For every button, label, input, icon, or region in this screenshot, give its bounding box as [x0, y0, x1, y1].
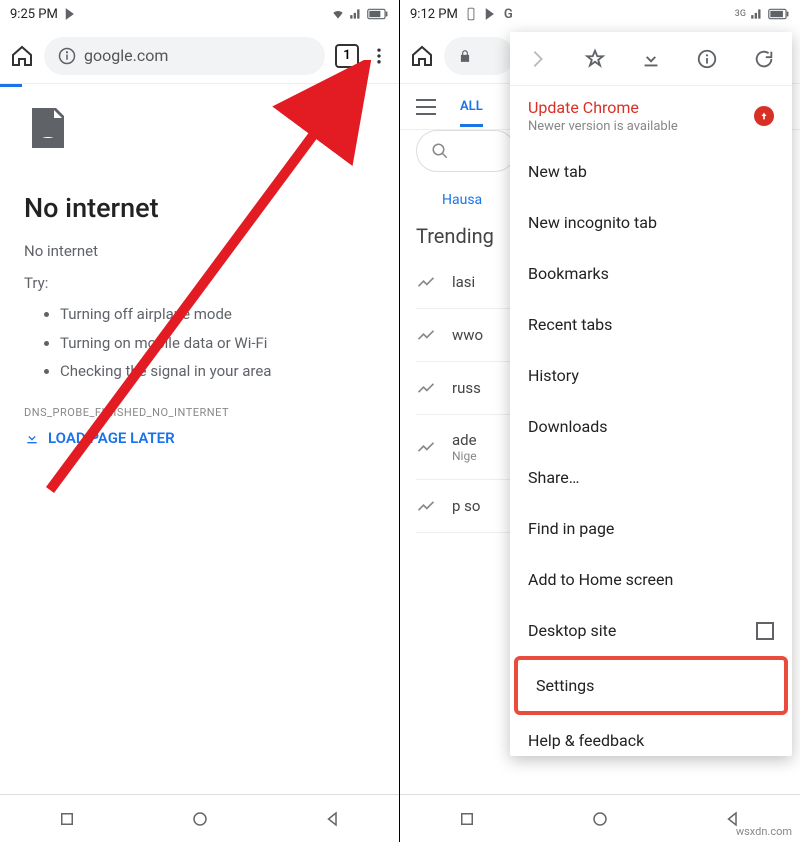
trend-icon [416, 325, 436, 345]
watermark: wsxdn.com [736, 825, 792, 838]
update-badge-icon [754, 106, 774, 126]
home-icon[interactable] [410, 44, 434, 68]
menu-top-row [510, 32, 792, 86]
reload-icon[interactable] [753, 48, 775, 70]
menu-desktop-site[interactable]: Desktop site [510, 605, 792, 656]
menu-update[interactable]: Update Chrome Newer version is available [510, 86, 792, 146]
settings-highlight: Settings [514, 656, 788, 715]
url-text: google.com [84, 46, 168, 65]
error-subheading: No internet [24, 242, 375, 260]
tabs-button[interactable]: 1 [335, 44, 359, 68]
nav-home-icon[interactable] [591, 810, 609, 828]
battery-icon [367, 7, 389, 21]
phone-right: 9:12 PM G 3G ALL Hausa Trending lasi wwo… [400, 0, 800, 842]
phone-left: 9:25 PM google.com 1 No internet No inte… [0, 0, 400, 842]
search-box[interactable] [416, 130, 516, 172]
error-page: No internet No internet Try: Turning off… [0, 84, 399, 467]
search-icon [431, 142, 449, 160]
download-icon [24, 430, 40, 446]
nav-recent-icon[interactable] [58, 810, 76, 828]
nav-recent-icon[interactable] [458, 810, 476, 828]
nav-bar [0, 794, 399, 842]
trend-icon [416, 272, 436, 292]
signal-icon [349, 7, 363, 21]
nav-back-icon[interactable] [324, 810, 342, 828]
update-title: Update Chrome [528, 98, 678, 117]
overflow-menu: Update Chrome Newer version is available… [510, 32, 792, 756]
error-code: DNS_PROBE_FINISHED_NO_INTERNET [24, 406, 375, 419]
phone-icon [464, 7, 478, 21]
forward-icon[interactable] [527, 48, 549, 70]
status-bar: 9:25 PM [0, 0, 399, 28]
tab-all[interactable]: ALL [460, 99, 483, 127]
sad-page-icon [24, 104, 72, 152]
load-page-later-button[interactable]: LOAD PAGE LATER [24, 429, 375, 447]
url-bar[interactable] [444, 37, 514, 75]
nav-home-icon[interactable] [191, 810, 209, 828]
tip-item: Turning off airplane mode [60, 300, 375, 329]
info-icon [58, 47, 76, 65]
progress-bar [0, 84, 22, 87]
update-sub: Newer version is available [528, 119, 678, 134]
omnibar: google.com 1 [0, 28, 399, 84]
more-menu-icon[interactable] [369, 46, 389, 66]
info-icon[interactable] [696, 48, 718, 70]
menu-new-tab[interactable]: New tab [510, 146, 792, 197]
trend-icon [416, 378, 436, 398]
download-icon[interactable] [640, 48, 662, 70]
hamburger-icon[interactable] [416, 99, 436, 115]
battery-icon [768, 7, 790, 21]
status-time: 9:25 PM [10, 7, 58, 22]
google-icon: G [504, 7, 513, 22]
tip-item: Turning on mobile data or Wi-Fi [60, 329, 375, 358]
menu-recent-tabs[interactable]: Recent tabs [510, 299, 792, 350]
signal-icon [750, 7, 764, 21]
menu-bookmarks[interactable]: Bookmarks [510, 248, 792, 299]
menu-help[interactable]: Help & feedback [510, 715, 792, 756]
network-3g: 3G [735, 9, 746, 19]
home-icon[interactable] [10, 44, 34, 68]
url-bar[interactable]: google.com [44, 37, 325, 75]
menu-history[interactable]: History [510, 350, 792, 401]
status-bar: 9:12 PM G 3G [400, 0, 800, 28]
trend-icon [416, 437, 436, 457]
tip-item: Checking the signal in your area [60, 357, 375, 386]
menu-add-home[interactable]: Add to Home screen [510, 554, 792, 605]
play-store-icon [484, 7, 498, 21]
wifi-icon [331, 7, 345, 21]
lock-icon [458, 49, 472, 63]
tips-list: Turning off airplane mode Turning on mob… [24, 300, 375, 386]
status-time: 9:12 PM [410, 7, 458, 22]
menu-incognito[interactable]: New incognito tab [510, 197, 792, 248]
menu-share[interactable]: Share… [510, 452, 792, 503]
star-icon[interactable] [584, 48, 606, 70]
menu-find[interactable]: Find in page [510, 503, 792, 554]
menu-downloads[interactable]: Downloads [510, 401, 792, 452]
checkbox-icon[interactable] [756, 622, 774, 640]
error-heading: No internet [24, 192, 375, 224]
try-label: Try: [24, 274, 375, 292]
trend-icon [416, 496, 436, 516]
play-store-icon [64, 7, 78, 21]
menu-settings[interactable]: Settings [518, 660, 784, 711]
